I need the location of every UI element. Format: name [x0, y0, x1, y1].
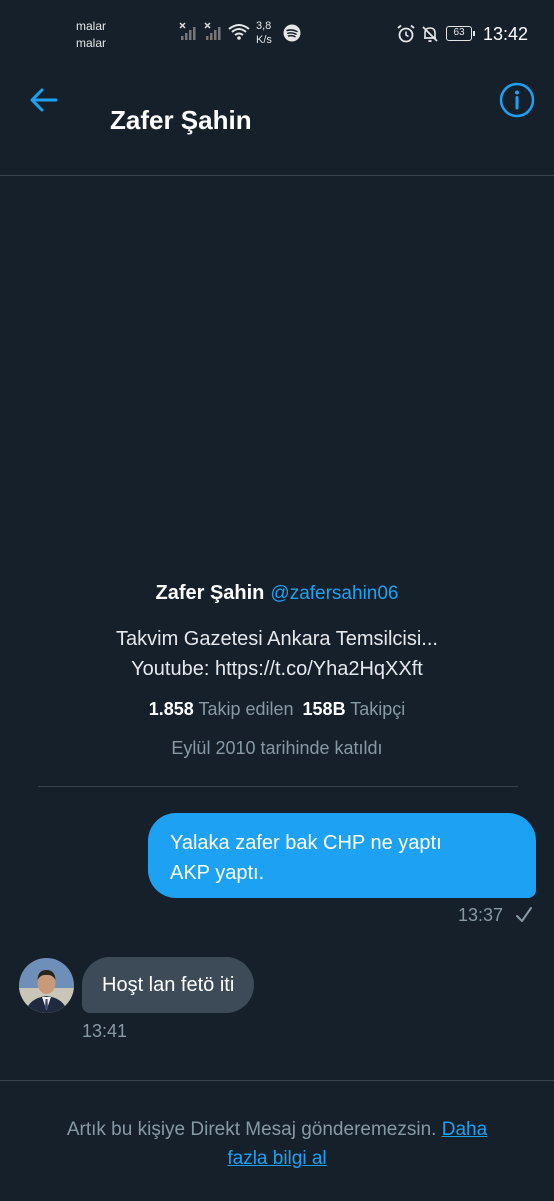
outgoing-message-bubble[interactable]: Yalaka zafer bak CHP ne yaptı AKP yaptı. — [148, 813, 536, 898]
signal-off-icon — [179, 22, 196, 40]
divider — [38, 786, 518, 787]
profile-bio: Takvim Gazetesi Ankara Temsilcisi... You… — [116, 628, 438, 680]
message-timestamp: 13:37 — [458, 905, 504, 925]
profile-name[interactable]: Zafer Şahin — [155, 582, 264, 604]
conversation-header: Zafer Şahin — [0, 62, 554, 176]
learn-more-link[interactable]: fazla bilgi al — [227, 1148, 326, 1169]
profile-name-row[interactable]: Zafer Şahin @zafersahin06 — [0, 582, 554, 605]
dm-disabled-notice: Artık bu kişiye Direkt Mesaj gönderemezs… — [66, 1119, 437, 1140]
followers-label: Takipçi — [350, 699, 406, 719]
status-time: 13:42 — [483, 24, 529, 44]
signal-off-icon — [204, 22, 221, 40]
wifi-icon — [228, 24, 250, 40]
joined-date: Eylül 2010 tarihinde katıldı — [171, 738, 383, 758]
alarm-icon — [397, 24, 415, 43]
incoming-message-bubble[interactable]: Hoşt lan fetö iti — [82, 957, 255, 1013]
info-icon[interactable] — [498, 81, 536, 119]
dm-disabled-footer: Artık bu kişiye Direkt Mesaj gönderemezs… — [0, 1080, 554, 1201]
network-speed: 3,8 K/s — [256, 20, 272, 46]
followers-count: 158B — [302, 699, 346, 719]
back-arrow-icon[interactable] — [26, 82, 62, 118]
carrier-label: malar malar — [76, 19, 107, 50]
avatar[interactable] — [19, 958, 74, 1013]
status-bar: malar malar 3,8 K/s 63 13:42 — [0, 0, 554, 62]
conversation-title: Zafer Şahin — [110, 105, 252, 135]
battery-indicator: 63 — [446, 26, 475, 41]
sent-check-icon — [516, 907, 532, 922]
spotify-icon — [283, 24, 301, 42]
learn-more-link[interactable]: Daha — [442, 1119, 487, 1140]
profile-handle[interactable]: @zafersahin06 — [270, 583, 398, 604]
message-timestamp: 13:41 — [82, 1021, 128, 1041]
mute-bell-icon — [422, 26, 438, 43]
following-label: Takip edilen — [198, 699, 294, 719]
following-count: 1.858 — [148, 699, 194, 719]
profile-stats: 1.858 Takip edilen 158B Takipçi — [0, 699, 554, 720]
